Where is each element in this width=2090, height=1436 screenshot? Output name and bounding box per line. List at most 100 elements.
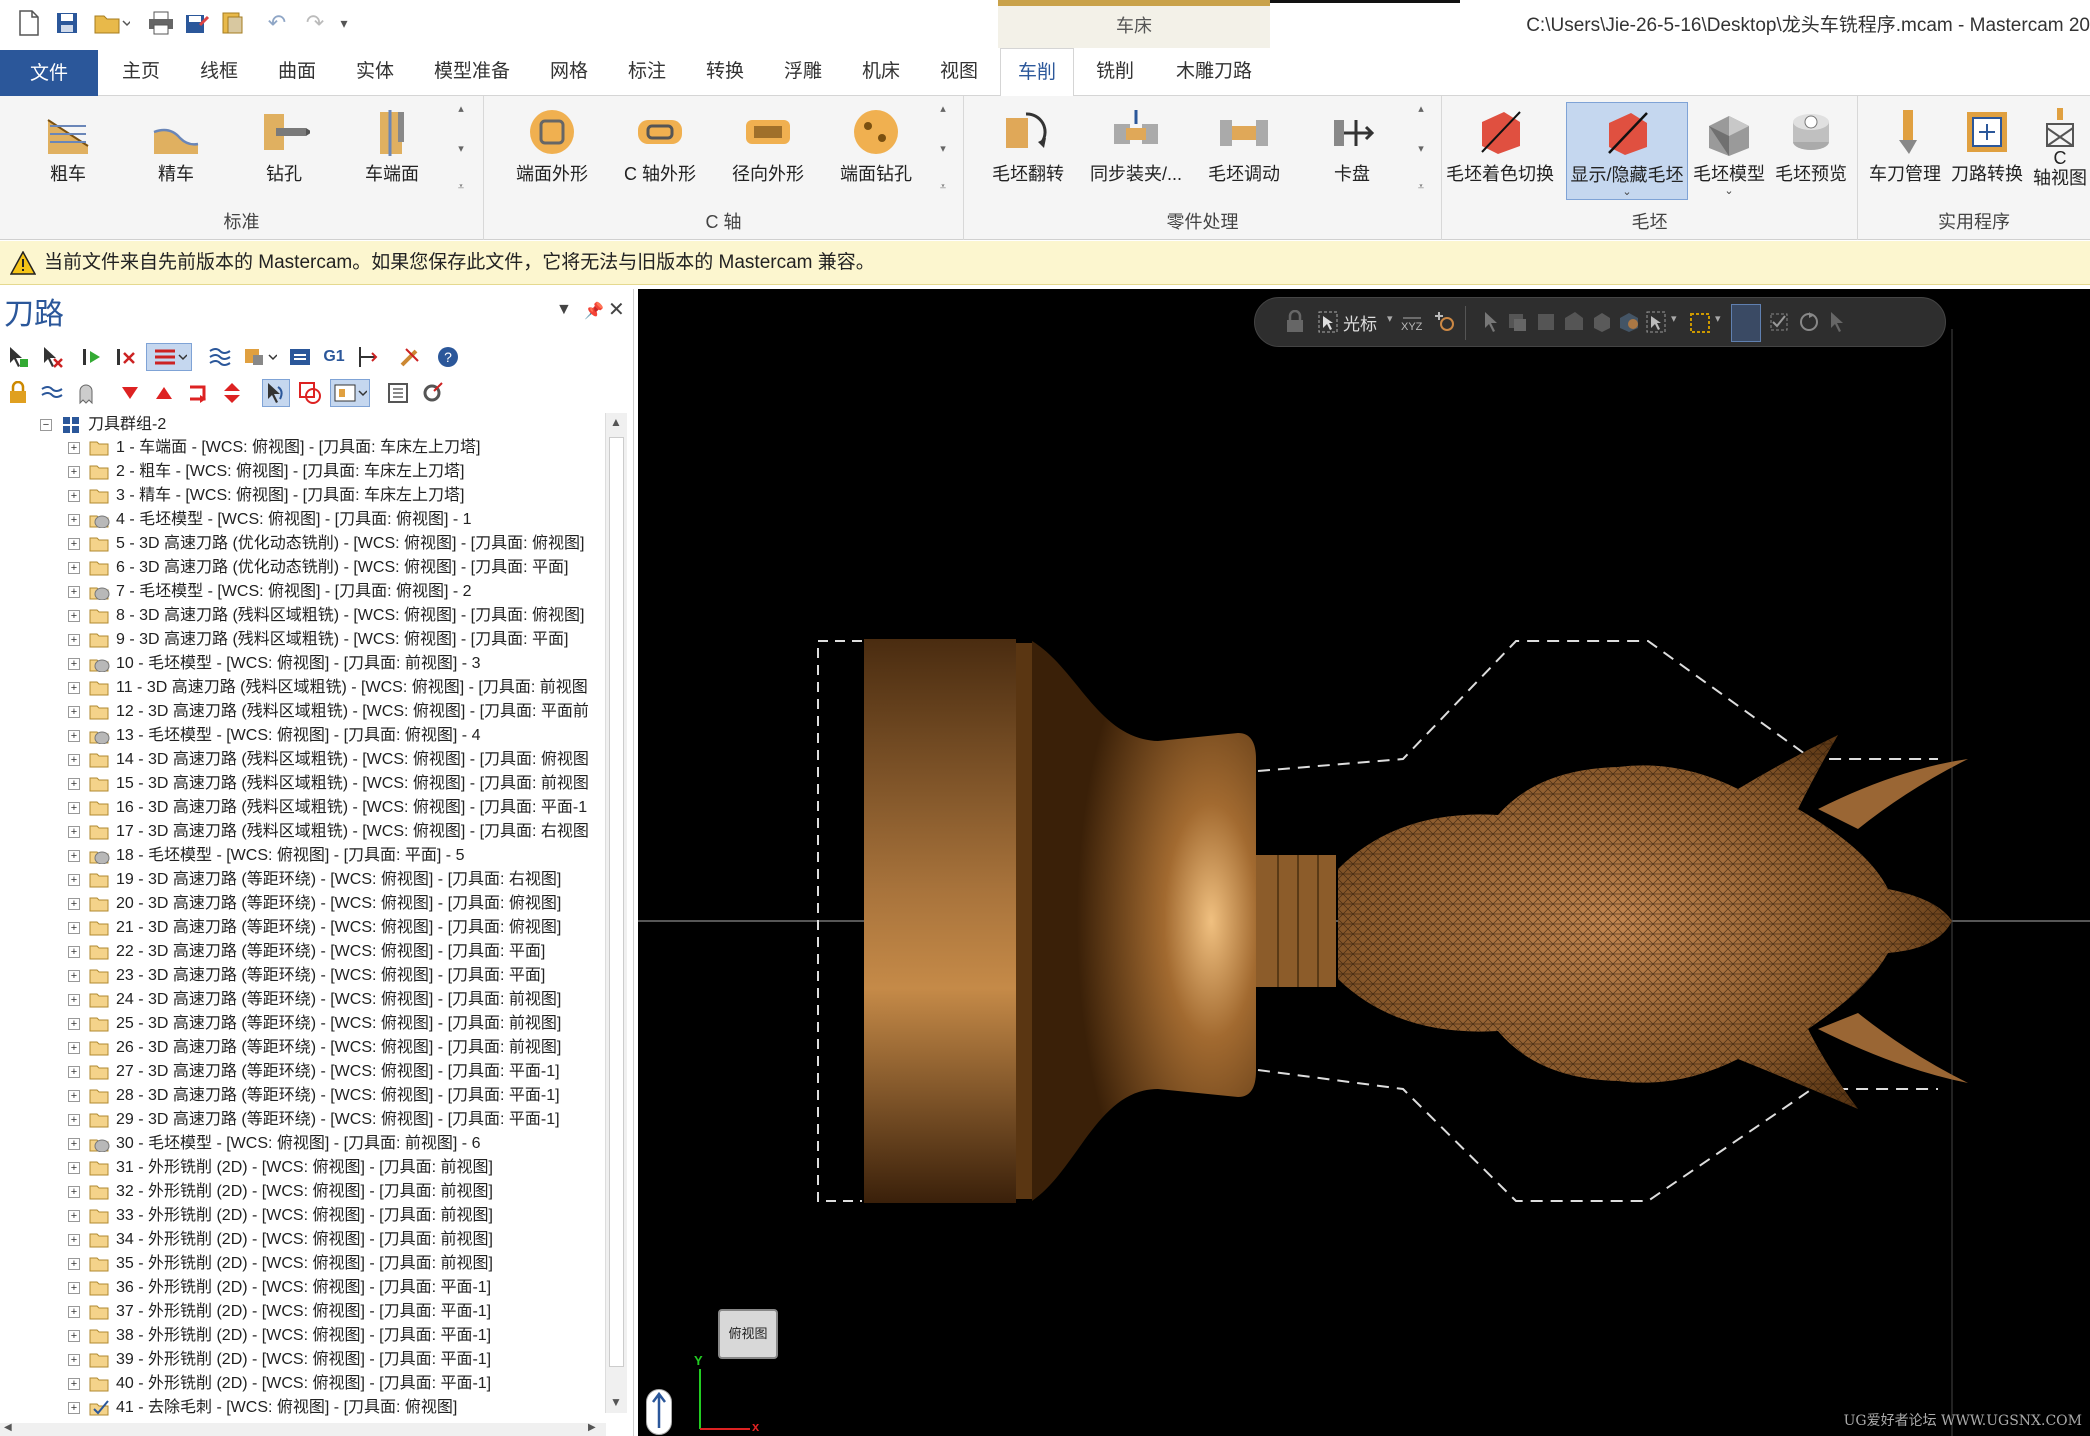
backplot-icon[interactable] <box>206 343 234 371</box>
standard-gallery-scroll[interactable]: ▴ ▾ ⩡ <box>452 102 470 194</box>
toolpath-operation-row[interactable]: +14 - 3D 高速刀路 (残料区域粗铣) - [WCS: 俯视图] - [刀… <box>0 748 606 772</box>
toolpath-operation-row[interactable]: +6 - 3D 高速刀路 (优化动态铣削) - [WCS: 俯视图] - [刀具… <box>0 556 606 580</box>
expand-toggle-icon[interactable]: + <box>68 898 80 910</box>
select-all-icon[interactable] <box>1645 310 1667 334</box>
lathe-tool-manager-button[interactable]: 车刀管理 <box>1862 102 1948 202</box>
tab-file[interactable]: 文件 <box>0 50 98 96</box>
face-drill-button[interactable]: 端面钻孔 <box>822 102 930 202</box>
toolpath-operation-row[interactable]: +23 - 3D 高速刀路 (等距环绕) - [WCS: 俯视图] - [刀具面… <box>0 964 606 988</box>
expand-toggle-icon[interactable]: + <box>68 1282 80 1294</box>
toolpath-operation-row[interactable]: +29 - 3D 高速刀路 (等距环绕) - [WCS: 俯视图] - [刀具面… <box>0 1108 606 1132</box>
toolpath-operation-row[interactable]: +25 - 3D 高速刀路 (等距环绕) - [WCS: 俯视图] - [刀具面… <box>0 1012 606 1036</box>
toolpath-operation-row[interactable]: +12 - 3D 高速刀路 (残料区域粗铣) - [WCS: 俯视图] - [刀… <box>0 700 606 724</box>
toolpath-operation-row[interactable]: +2 - 粗车 - [WCS: 俯视图] - [刀具面: 车床左上刀塔] <box>0 460 606 484</box>
toggle-display-icon[interactable] <box>146 343 192 371</box>
graphics-viewport[interactable]: 光标 ▾ XYZ ▾ ▾ 俯视图 Y x UG爱好者论坛 WWW.UGSNX.C… <box>638 289 2090 1436</box>
sync-chuck-button[interactable]: 同步装夹/... <box>1082 102 1190 202</box>
expand-toggle-icon[interactable]: + <box>68 1090 80 1102</box>
expand-toggle-icon[interactable]: + <box>68 826 80 838</box>
toolpath-operation-row[interactable]: +13 - 毛坯模型 - [WCS: 俯视图] - [刀具面: 俯视图] - 4 <box>0 724 606 748</box>
tree-scroll-thumb[interactable] <box>609 437 624 1367</box>
expand-toggle-icon[interactable]: + <box>68 586 80 598</box>
redo-icon[interactable]: ↷ <box>300 8 330 38</box>
toolpath-operation-row[interactable]: +24 - 3D 高速刀路 (等距环绕) - [WCS: 俯视图] - [刀具面… <box>0 988 606 1012</box>
expand-toggle-icon[interactable]: + <box>68 1354 80 1366</box>
gview-indicator[interactable]: 俯视图 <box>718 1309 778 1359</box>
toolpath-operation-row[interactable]: +37 - 外形铣削 (2D) - [WCS: 俯视图] - [刀具面: 平面-… <box>0 1300 606 1324</box>
cross-contour-button[interactable]: 径向外形 <box>714 102 822 202</box>
expand-toggle-icon[interactable]: + <box>68 1114 80 1126</box>
viewport-scroll-handle[interactable] <box>646 1389 672 1435</box>
expand-toggle-icon[interactable]: + <box>68 1258 80 1270</box>
select-face-icon[interactable] <box>1617 310 1641 334</box>
expand-toggle-icon[interactable]: + <box>68 1330 80 1342</box>
tab-solids[interactable]: 实体 <box>344 48 406 96</box>
save-icon[interactable] <box>52 8 82 38</box>
toolpath-operation-row[interactable]: +22 - 3D 高速刀路 (等距环绕) - [WCS: 俯视图] - [刀具面… <box>0 940 606 964</box>
display-options-icon[interactable] <box>330 379 370 407</box>
finish-button[interactable]: 精车 <box>122 102 230 202</box>
tab-drafting[interactable]: 标注 <box>616 48 678 96</box>
toolpath-operation-row[interactable]: +16 - 3D 高速刀路 (残料区域粗铣) - [WCS: 俯视图] - [刀… <box>0 796 606 820</box>
display-selected-icon[interactable] <box>296 379 324 407</box>
expand-toggle-icon[interactable]: + <box>68 802 80 814</box>
select-polygon-icon[interactable] <box>1563 310 1585 334</box>
toolpath-operation-row[interactable]: +40 - 外形铣削 (2D) - [WCS: 俯视图] - [刀具面: 平面-… <box>0 1372 606 1396</box>
toolpath-operation-row[interactable]: +33 - 外形铣削 (2D) - [WCS: 俯视图] - [刀具面: 前视图… <box>0 1204 606 1228</box>
select-solid-icon[interactable] <box>1591 310 1613 334</box>
stock-transfer-button[interactable]: 毛坯调动 <box>1190 102 1298 202</box>
regenerate-all-icon[interactable] <box>78 343 106 371</box>
expand-toggle-icon[interactable]: + <box>68 658 80 670</box>
insert-marker-icon[interactable] <box>218 379 246 407</box>
move-up-icon[interactable] <box>150 379 178 407</box>
stock-model-dropdown-icon[interactable]: ⌄ <box>1724 184 1733 197</box>
tab-turning[interactable]: 车削 <box>1000 48 1074 97</box>
tab-woodcarving[interactable]: 木雕刀路 <box>1164 48 1264 96</box>
toolpath-operation-row[interactable]: +32 - 外形铣削 (2D) - [WCS: 俯视图] - [刀具面: 前视图… <box>0 1180 606 1204</box>
toolpath-operation-row[interactable]: +39 - 外形铣削 (2D) - [WCS: 俯视图] - [刀具面: 平面-… <box>0 1348 606 1372</box>
toolpath-operation-row[interactable]: +9 - 3D 高速刀路 (残料区域粗铣) - [WCS: 俯视图] - [刀具… <box>0 628 606 652</box>
deselect-all-operations-icon[interactable] <box>38 343 66 371</box>
expand-toggle-icon[interactable]: + <box>68 538 80 550</box>
toolpath-operation-row[interactable]: +4 - 毛坯模型 - [WCS: 俯视图] - [刀具面: 俯视图] - 1 <box>0 508 606 532</box>
expand-toggle-icon[interactable]: + <box>68 1186 80 1198</box>
panel-menu-icon[interactable]: ▼ <box>556 301 572 319</box>
tree-vertical-scrollbar[interactable]: ▲ ▼ <box>605 413 627 1413</box>
viewport-lock-icon[interactable] <box>1285 310 1305 334</box>
cursor-mode-dropdown-icon[interactable]: ▾ <box>1387 312 1393 325</box>
toolpath-operation-row[interactable]: +8 - 3D 高速刀路 (残料区域粗铣) - [WCS: 俯视图] - [刀具… <box>0 604 606 628</box>
verify-icon[interactable] <box>240 343 280 371</box>
tab-model-prep[interactable]: 模型准备 <box>422 48 522 96</box>
tab-transform[interactable]: 转换 <box>694 48 756 96</box>
scroll-right-icon[interactable]: ▶ <box>588 1422 596 1433</box>
toolpath-operation-row[interactable]: +7 - 毛坯模型 - [WCS: 俯视图] - [刀具面: 俯视图] - 2 <box>0 580 606 604</box>
toolpath-operation-row[interactable]: +41 - 去除毛刺 - [WCS: 俯视图] - [刀具面: 俯视图] <box>0 1396 606 1420</box>
expand-toggle-icon[interactable]: + <box>68 1018 80 1030</box>
clear-selection-icon[interactable] <box>1827 310 1851 334</box>
select-toolpath-icon[interactable] <box>262 379 290 407</box>
toolpath-operation-row[interactable]: +3 - 精车 - [WCS: 俯视图] - [刀具面: 车床左上刀塔] <box>0 484 606 508</box>
toolpath-operation-row[interactable]: +1 - 车端面 - [WCS: 俯视图] - [刀具面: 车床左上刀塔] <box>0 436 606 460</box>
toolpath-operation-row[interactable]: +21 - 3D 高速刀路 (等距环绕) - [WCS: 俯视图] - [刀具面… <box>0 916 606 940</box>
tab-surfaces[interactable]: 曲面 <box>266 48 328 96</box>
chuck-button[interactable]: 卡盘 <box>1298 102 1406 202</box>
verify-selection-icon[interactable] <box>1767 310 1791 334</box>
expand-toggle-icon[interactable]: + <box>68 850 80 862</box>
c-axis-view-button[interactable]: C 轴视图 <box>2030 102 2090 202</box>
expand-toggle-icon[interactable]: + <box>68 1066 80 1078</box>
expand-toggle-icon[interactable]: + <box>68 1234 80 1246</box>
expand-toggle-icon[interactable]: + <box>68 1306 80 1318</box>
close-icon[interactable]: ✕ <box>608 297 625 322</box>
select-arrow-icon[interactable] <box>1481 310 1501 334</box>
toolpath-operation-row[interactable]: +28 - 3D 高速刀路 (等距环绕) - [WCS: 俯视图] - [刀具面… <box>0 1084 606 1108</box>
expand-toggle-icon[interactable]: + <box>68 730 80 742</box>
add-point-icon[interactable] <box>1433 310 1457 334</box>
mask-icon[interactable] <box>1689 312 1711 334</box>
toolpath-operation-row[interactable]: +17 - 3D 高速刀路 (残料区域粗铣) - [WCS: 俯视图] - [刀… <box>0 820 606 844</box>
simulate-icon[interactable] <box>286 343 314 371</box>
expand-toggle-icon[interactable]: + <box>68 442 80 454</box>
c-axis-contour-button[interactable]: C 轴外形 <box>606 102 714 202</box>
pin-icon[interactable]: 📌 <box>584 301 604 321</box>
viewport-active-toggle-icon[interactable] <box>1731 304 1761 342</box>
post-gcode-icon[interactable]: G1 <box>320 343 348 371</box>
